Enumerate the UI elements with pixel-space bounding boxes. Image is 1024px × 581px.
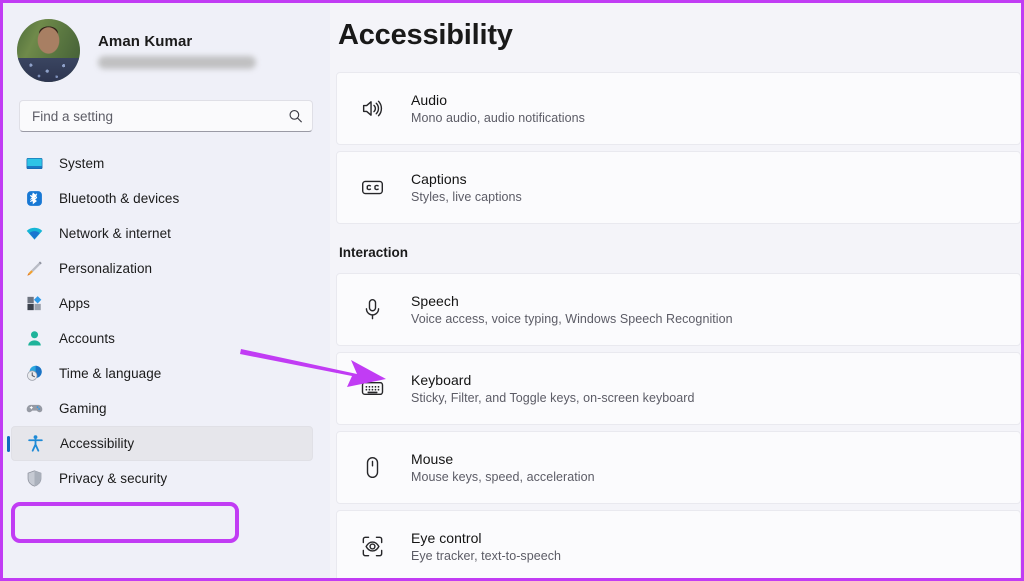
sidebar: Aman Kumar Find a setting	[3, 3, 330, 578]
card-title: Speech	[411, 293, 733, 309]
sidebar-item-accessibility[interactable]: Accessibility	[11, 426, 313, 461]
card-title: Eye control	[411, 530, 561, 546]
profile-name: Aman Kumar	[98, 33, 256, 50]
keyboard-icon	[357, 374, 387, 404]
card-mouse[interactable]: Mouse Mouse keys, speed, acceleration	[336, 431, 1021, 504]
system-icon	[24, 154, 44, 174]
time-language-icon	[24, 364, 44, 384]
main-content: Accessibility Audio Mono audio, audio n	[330, 3, 1021, 578]
apps-icon	[24, 294, 44, 314]
sidebar-item-personalization[interactable]: Personalization	[11, 251, 313, 286]
sidebar-item-privacy-security[interactable]: Privacy & security	[11, 461, 313, 496]
search-input[interactable]: Find a setting	[19, 100, 313, 132]
sidebar-item-label: Gaming	[59, 401, 107, 416]
card-title: Mouse	[411, 451, 595, 467]
sidebar-item-time-language[interactable]: Time & language	[11, 356, 313, 391]
search-icon[interactable]	[288, 109, 303, 124]
card-speech[interactable]: Speech Voice access, voice typing, Windo…	[336, 273, 1021, 346]
avatar-photo-pattern	[17, 58, 80, 82]
sidebar-nav: System Bluetooth & devices	[3, 146, 330, 496]
sidebar-item-label: Accessibility	[60, 436, 134, 451]
card-subtitle: Mouse keys, speed, acceleration	[411, 470, 595, 484]
eye-control-icon	[357, 532, 387, 562]
settings-window: Aman Kumar Find a setting	[0, 0, 1024, 581]
audio-speaker-icon	[357, 94, 387, 124]
card-title: Captions	[411, 171, 522, 187]
sidebar-item-system[interactable]: System	[11, 146, 313, 181]
bluetooth-icon	[24, 189, 44, 209]
sidebar-item-label: Time & language	[59, 366, 161, 381]
sidebar-item-label: Apps	[59, 296, 90, 311]
card-eye-control[interactable]: Eye control Eye tracker, text-to-speech	[336, 510, 1021, 578]
card-captions[interactable]: Captions Styles, live captions	[336, 151, 1021, 224]
card-subtitle: Voice access, voice typing, Windows Spee…	[411, 312, 733, 326]
sidebar-item-label: Accounts	[59, 331, 115, 346]
gaming-icon	[24, 399, 44, 419]
sidebar-item-label: Network & internet	[59, 226, 171, 241]
mouse-icon	[357, 453, 387, 483]
profile-email-redacted	[98, 56, 256, 69]
sidebar-item-label: Bluetooth & devices	[59, 191, 179, 206]
highlight-box	[11, 502, 239, 543]
sidebar-item-label: System	[59, 156, 104, 171]
card-title: Keyboard	[411, 372, 694, 388]
avatar[interactable]	[17, 19, 80, 82]
sidebar-item-label: Personalization	[59, 261, 152, 276]
user-profile[interactable]: Aman Kumar	[3, 12, 330, 84]
card-title: Audio	[411, 92, 585, 108]
card-subtitle: Mono audio, audio notifications	[411, 111, 585, 125]
sidebar-item-label: Privacy & security	[59, 471, 167, 486]
card-subtitle: Styles, live captions	[411, 190, 522, 204]
sidebar-item-apps[interactable]: Apps	[11, 286, 313, 321]
page-title: Accessibility	[338, 19, 1021, 52]
network-icon	[24, 224, 44, 244]
settings-card-list: Audio Mono audio, audio notifications Ca…	[336, 72, 1021, 578]
sidebar-item-bluetooth-devices[interactable]: Bluetooth & devices	[11, 181, 313, 216]
accessibility-icon	[25, 434, 45, 454]
personalization-icon	[24, 259, 44, 279]
sidebar-item-network-internet[interactable]: Network & internet	[11, 216, 313, 251]
search-placeholder: Find a setting	[32, 109, 113, 124]
sidebar-item-accounts[interactable]: Accounts	[11, 321, 313, 356]
card-subtitle: Eye tracker, text-to-speech	[411, 549, 561, 563]
card-keyboard[interactable]: Keyboard Sticky, Filter, and Toggle keys…	[336, 352, 1021, 425]
card-subtitle: Sticky, Filter, and Toggle keys, on-scre…	[411, 391, 694, 405]
privacy-security-icon	[24, 469, 44, 489]
sidebar-item-gaming[interactable]: Gaming	[11, 391, 313, 426]
closed-caption-icon	[357, 173, 387, 203]
section-header-interaction: Interaction	[339, 245, 1021, 260]
card-audio[interactable]: Audio Mono audio, audio notifications	[336, 72, 1021, 145]
accounts-icon	[24, 329, 44, 349]
microphone-icon	[357, 295, 387, 325]
